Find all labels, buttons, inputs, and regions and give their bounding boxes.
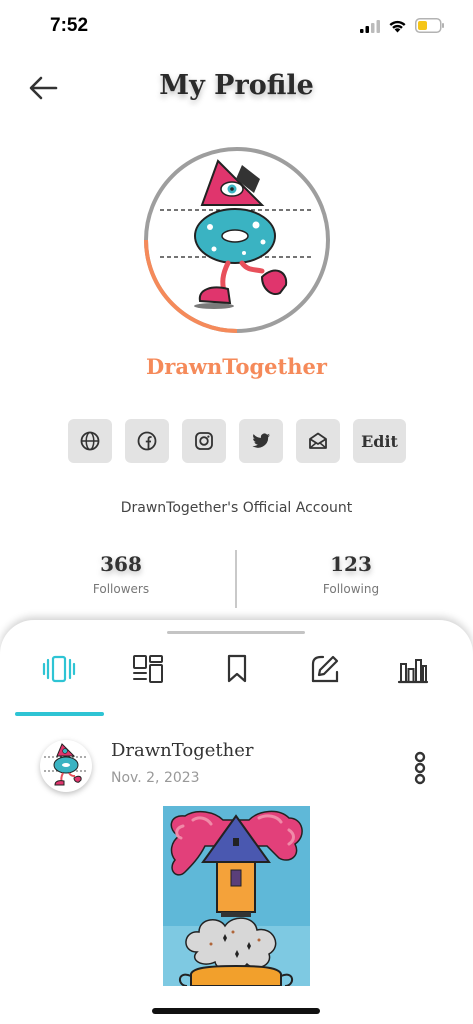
post-date: Nov. 2, 2023 <box>111 770 200 786</box>
content-tabs <box>0 640 473 716</box>
status-time: 7:52 <box>50 15 89 36</box>
tab-edit[interactable] <box>297 646 353 692</box>
mail-icon <box>309 432 327 449</box>
twitter-button[interactable] <box>239 419 283 463</box>
globe-icon <box>80 431 100 451</box>
post-avatar-illustration <box>44 743 88 786</box>
instagram-button[interactable] <box>182 419 226 463</box>
content-sheet: DrawnTogether Nov. 2, 2023 <box>0 620 473 1024</box>
battery-icon <box>415 18 444 33</box>
following-label: Following <box>322 582 380 596</box>
more-vertical-icon <box>414 751 426 785</box>
instagram-icon <box>195 432 213 450</box>
profile-bio: DrawnTogether's Official Account <box>120 500 353 516</box>
carousel-icon <box>42 655 76 683</box>
post-more-button[interactable] <box>408 750 432 786</box>
facebook-button[interactable] <box>125 419 169 463</box>
post-author-avatar[interactable] <box>40 740 92 792</box>
status-icons <box>360 18 445 33</box>
header: My Profile <box>0 62 473 118</box>
edit-icon <box>311 655 339 683</box>
cellular-signal-icon <box>360 19 380 33</box>
profile-avatar[interactable] <box>150 153 324 327</box>
following-stat[interactable]: 123 Following <box>276 552 426 596</box>
twitter-icon <box>252 433 270 448</box>
social-links-row: Edit <box>68 419 406 463</box>
tab-analytics[interactable] <box>385 646 441 692</box>
post-image[interactable] <box>163 806 310 986</box>
following-count: 123 <box>330 552 372 576</box>
wifi-icon <box>389 20 406 32</box>
tab-carousel[interactable] <box>31 646 87 692</box>
sheet-grab-handle[interactable] <box>167 631 305 634</box>
email-button[interactable] <box>296 419 340 463</box>
avatar-illustration <box>160 159 314 309</box>
bookmark-icon <box>227 654 247 683</box>
website-button[interactable] <box>68 419 112 463</box>
profile-username: DrawnTogether <box>146 354 327 379</box>
tab-layout-grid[interactable] <box>120 646 176 692</box>
layout-grid-icon <box>133 655 163 683</box>
post-artwork <box>163 806 310 986</box>
followers-stat[interactable]: 368 Followers <box>46 552 196 596</box>
home-indicator[interactable] <box>152 1008 320 1014</box>
followers-label: Followers <box>92 582 150 596</box>
edit-profile-button[interactable]: Edit <box>353 419 406 463</box>
page-title: My Profile <box>159 70 314 101</box>
facebook-icon <box>137 431 157 451</box>
stats-divider <box>235 550 237 608</box>
active-tab-indicator <box>15 712 104 716</box>
tab-bookmarks[interactable] <box>209 646 265 692</box>
post-author-name[interactable]: DrawnTogether <box>111 740 253 761</box>
status-bar: 7:52 <box>0 0 473 54</box>
followers-count: 368 <box>100 552 142 576</box>
bar-chart-icon <box>397 659 429 684</box>
